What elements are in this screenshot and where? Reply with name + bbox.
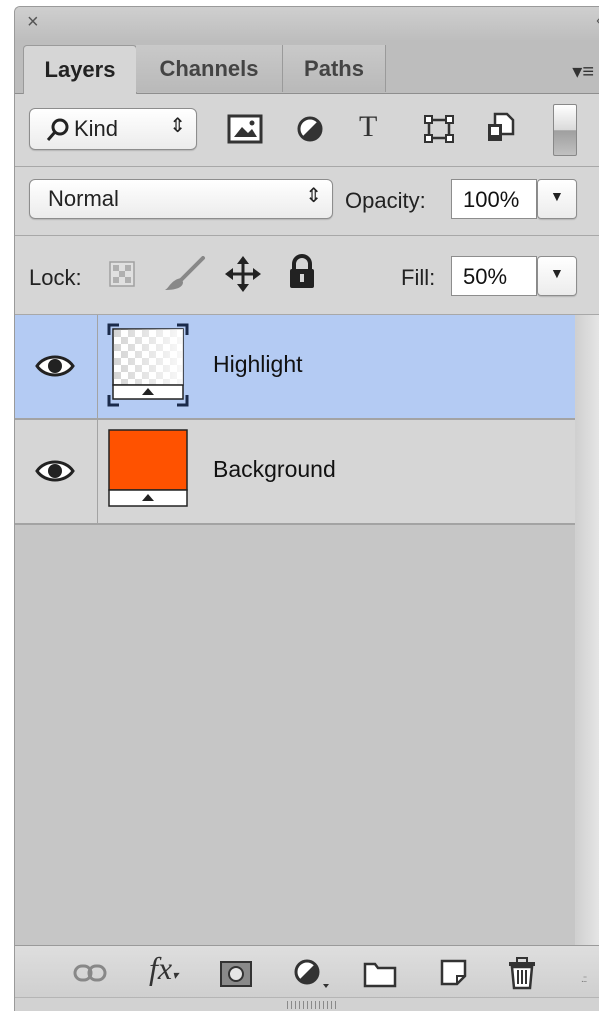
blend-mode-value: Normal [48,186,119,211]
opacity-label: Opacity: [345,188,426,213]
blend-mode-dropdown[interactable]: Normal ⇕ [29,179,333,219]
chevron-down-icon: ▼ [550,265,564,281]
panel-resize-handle[interactable] [15,997,599,1011]
filter-row: Kind ⇕ T [15,94,599,167]
layers-scrollbar[interactable] [575,315,599,945]
tab-channels[interactable]: Channels [136,45,283,92]
adjustment-icon[interactable] [293,958,333,990]
layers-panel: × « Layers Channels Paths ▾≡ Kind ⇕ T [14,6,599,1011]
close-icon[interactable]: × [27,12,39,32]
new-layer-icon[interactable] [439,958,469,988]
opacity-value: 100% [463,187,520,212]
fill-value: 50% [463,264,508,289]
visibility-toggle[interactable] [15,315,98,418]
opacity-dropdown-button[interactable]: ▼ [537,179,577,219]
layer-name-highlight[interactable]: Highlight [213,351,303,378]
filter-toggle-switch[interactable] [553,104,577,156]
lock-all-icon[interactable] [287,254,317,290]
tab-bar: Layers Channels Paths ▾≡ [15,41,599,94]
kind-filter-dropdown[interactable]: Kind ⇕ [29,108,197,150]
fill-label: Fill: [401,265,436,290]
folder-icon[interactable] [363,960,397,988]
fill-field[interactable]: 50% [451,256,537,296]
layer-thumbnail-highlight [107,323,189,407]
lock-row: Lock: Fill: 50% ▼ [15,236,599,315]
tab-paths[interactable]: Paths [283,45,386,92]
pixel-layer-filter-icon[interactable] [227,114,263,144]
layers-bottom-toolbar: fx▾ .:: [15,945,599,998]
layer-thumbnail-background [108,429,188,507]
lock-transparent-pixels-icon[interactable] [109,261,135,287]
search-icon [46,118,69,141]
type-layer-filter-icon[interactable]: T [359,110,377,144]
adjustment-layer-filter-icon[interactable] [296,115,324,143]
eye-icon [35,355,75,377]
lock-label: Lock: [29,265,82,290]
layer-row-highlight[interactable]: Highlight [15,315,575,420]
fx-icon[interactable]: fx▾ [149,950,178,987]
grip-lines [287,1001,339,1009]
blend-row: Normal ⇕ Opacity: 100% ▼ [15,167,599,236]
layer-row-background[interactable]: Background [15,420,575,525]
lock-image-pixels-icon[interactable] [163,256,207,292]
smart-object-filter-icon[interactable] [485,112,515,144]
lock-position-icon[interactable] [225,256,261,292]
panel-menu-icon[interactable]: ▾≡ [572,59,594,84]
tab-layers[interactable]: Layers [23,45,137,94]
chevron-updown-icon: ⇕ [169,115,186,137]
resize-grip-icon[interactable]: .:: [581,974,587,985]
kind-label: Kind [74,116,119,141]
link-icon[interactable] [73,962,107,984]
chevron-updown-icon: ⇕ [305,185,322,207]
eye-icon [35,460,75,482]
layer-name-background[interactable]: Background [213,456,336,483]
shape-layer-filter-icon[interactable] [423,114,455,144]
mask-icon[interactable] [219,960,253,988]
chevron-down-icon: ▼ [550,188,564,204]
visibility-toggle[interactable] [15,420,98,523]
panel-title-bar: × « [15,7,599,41]
trash-icon[interactable] [507,956,537,990]
layers-list: Highlight Background [15,315,575,945]
fill-dropdown-button[interactable]: ▼ [537,256,577,296]
opacity-field[interactable]: 100% [451,179,537,219]
